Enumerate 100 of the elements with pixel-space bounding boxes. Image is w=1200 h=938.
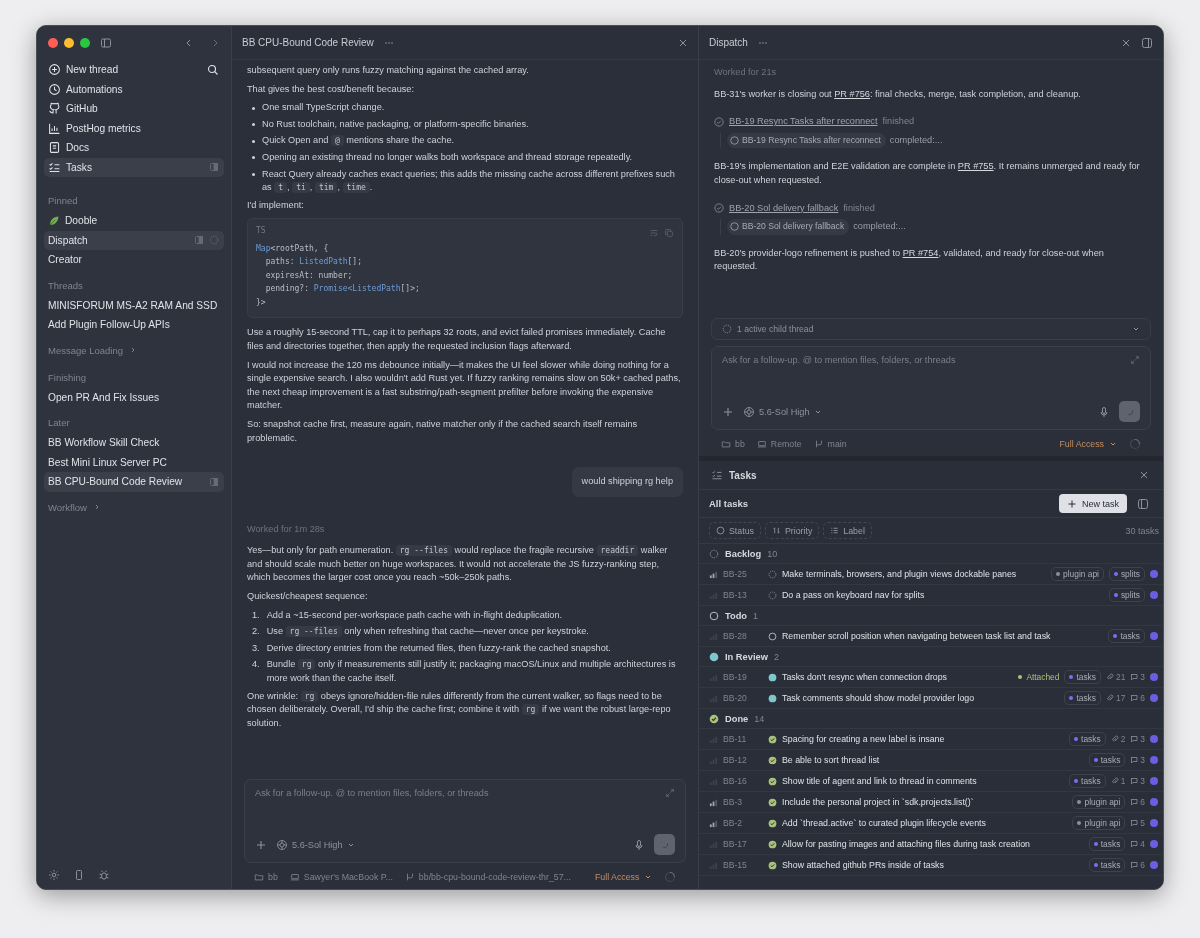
sidebar-thread-item[interactable]: Open PR And Fix Issues: [44, 387, 224, 407]
sidebar-thread-item[interactable]: Dispatch: [44, 230, 224, 250]
filter-button[interactable]: Priority: [764, 522, 820, 539]
close-icon[interactable]: [1121, 37, 1131, 48]
task-title[interactable]: Include the personal project in `sdk.projects.list()`: [782, 797, 1068, 807]
close-icon[interactable]: [678, 37, 688, 48]
git-branch[interactable]: main: [813, 439, 847, 449]
copy-icon[interactable]: [664, 228, 674, 239]
task-title[interactable]: Spacing for creating a new label is insane: [782, 734, 1065, 744]
expand-icon[interactable]: [665, 788, 675, 798]
task-title[interactable]: Show title of agent and link to thread in comments: [782, 776, 1065, 786]
sidebar-folder[interactable]: Message Loading: [44, 334, 224, 362]
search-icon[interactable]: [207, 63, 219, 76]
split-pane-icon[interactable]: [194, 235, 204, 246]
label-tag[interactable]: tasks: [1064, 670, 1101, 684]
label-tag[interactable]: plugin api: [1072, 795, 1126, 809]
sidebar-thread-item[interactable]: Dooble: [44, 211, 224, 231]
machine-name[interactable]: Remote: [756, 439, 802, 449]
sidebar-folder[interactable]: Workflow: [44, 491, 224, 519]
settings-icon[interactable]: [48, 869, 60, 881]
label-tag[interactable]: splits: [1108, 588, 1145, 602]
bug-icon[interactable]: [98, 869, 110, 881]
message-input[interactable]: Ask for a follow-up. @ to mention files, folders, or threads: [722, 355, 1130, 365]
thread-chip[interactable]: BB-20 Sol delivery fallback: [727, 219, 850, 235]
message-paragraph: BB-19's implementation and E2E validation are complete in PR #755. It remains unmerged and ready for close-out when requested.: [714, 160, 1141, 187]
wrap-lines-icon[interactable]: [649, 228, 659, 239]
event-detail: completed:...: [889, 133, 943, 147]
add-icon[interactable]: [255, 838, 267, 851]
task-title[interactable]: Add `thread.active` to curated plugin lifecycle events: [782, 818, 1068, 828]
expand-icon[interactable]: [1130, 355, 1140, 365]
side-panel-icon[interactable]: [1141, 36, 1153, 49]
label-tag[interactable]: tasks: [1088, 753, 1126, 767]
task-title[interactable]: Allow for pasting images and attaching files during task creation: [782, 839, 1084, 849]
task-link[interactable]: BB-20 Sol delivery fallback: [729, 201, 839, 216]
close-icon[interactable]: [1139, 470, 1149, 480]
split-pane-icon[interactable]: [209, 162, 219, 173]
access-mode-dropdown[interactable]: Full Access: [1059, 439, 1117, 449]
task-title[interactable]: Remember scroll position when navigating between task list and task: [782, 631, 1104, 641]
message-paragraph: BB-31's worker is closing out PR #756: final checks, merge, task completion, and cleanup.: [714, 87, 1082, 101]
task-title[interactable]: Show attached github PRs inside of tasks: [782, 860, 1084, 870]
sidebar-thread-item[interactable]: Creator: [44, 250, 224, 270]
assignee-avatar: [1150, 694, 1158, 702]
model-selector[interactable]: 5.6-Sol High: [743, 405, 822, 418]
comment-icon: [1130, 840, 1139, 848]
sidebar-nav-item[interactable]: GitHub: [44, 99, 224, 119]
label-tag[interactable]: tasks: [1069, 774, 1106, 788]
sidebar-thread-item[interactable]: BB CPU-Bound Code Review: [44, 472, 224, 492]
send-button[interactable]: [1119, 401, 1140, 422]
side-panel-icon[interactable]: [1137, 497, 1149, 510]
task-title[interactable]: Be able to sort thread list: [782, 755, 1084, 765]
microphone-icon[interactable]: [1098, 405, 1110, 418]
pr-link[interactable]: PR #756: [834, 88, 870, 99]
child-threads-bar[interactable]: 1 active child thread: [711, 318, 1151, 340]
sidebar-nav-item[interactable]: New thread: [44, 60, 224, 80]
workspace-folder[interactable]: bb: [254, 872, 278, 882]
window-close-button[interactable]: [48, 38, 58, 48]
workspace-folder[interactable]: bb: [721, 439, 745, 449]
label-tag[interactable]: tasks: [1064, 691, 1101, 705]
task-title[interactable]: Do a pass on keyboard nav for splits: [782, 590, 1104, 600]
sidebar-nav-item[interactable]: Docs: [44, 138, 224, 158]
sidebar-thread-item[interactable]: MINISFORUM MS-A2 RAM And SSD: [44, 295, 224, 315]
microphone-icon[interactable]: [633, 838, 645, 851]
label-tag[interactable]: tasks: [1088, 837, 1126, 851]
priority-bars-icon[interactable]: [709, 569, 718, 579]
label-tag[interactable]: plugin api: [1051, 567, 1104, 581]
send-button[interactable]: [654, 834, 675, 855]
model-selector[interactable]: 5.6-Sol High: [276, 838, 355, 851]
label-tag[interactable]: plugin api: [1072, 816, 1126, 830]
label-tag[interactable]: tasks: [1088, 858, 1126, 872]
split-pane-icon[interactable]: [209, 476, 219, 487]
sidebar-toggle-icon[interactable]: [100, 37, 112, 49]
task-title[interactable]: Make terminals, browsers, and plugin views dockable panes: [782, 569, 1047, 579]
priority-bars-icon[interactable]: [709, 818, 718, 828]
window-zoom-button[interactable]: [80, 38, 90, 48]
sidebar-thread-item[interactable]: Best Mini Linux Server PC: [44, 452, 224, 472]
sidebar-nav-item[interactable]: Tasks: [44, 157, 224, 177]
sidebar-thread-item[interactable]: Add Plugin Follow-Up APIs: [44, 315, 224, 335]
sidebar-nav-item[interactable]: PostHog metrics: [44, 118, 224, 138]
thread-chip[interactable]: BB-19 Resync Tasks after reconnect: [727, 132, 886, 149]
phone-icon[interactable]: [73, 869, 85, 881]
window-minimize-button[interactable]: [64, 38, 74, 48]
sidebar-thread-item[interactable]: BB Workflow Skill Check: [44, 433, 224, 453]
task-link[interactable]: BB-19 Resync Tasks after reconnect: [729, 115, 878, 129]
filter-button[interactable]: Label: [823, 522, 872, 539]
label-tag[interactable]: splits: [1108, 567, 1145, 581]
git-branch[interactable]: bb/bb-cpu-bound-code-review-thr_57...: [404, 872, 571, 882]
add-icon[interactable]: [722, 405, 734, 418]
label-tag[interactable]: tasks: [1108, 629, 1145, 643]
new-task-button[interactable]: New task: [1059, 494, 1127, 513]
filter-button[interactable]: Status: [709, 522, 761, 539]
task-title[interactable]: Tasks don't resync when connection drops: [782, 672, 1014, 682]
task-title[interactable]: Task comments should show model provider logo: [782, 693, 1060, 703]
pr-link[interactable]: PR #755: [957, 161, 994, 172]
message-paragraph: subsequent query only runs fuzzy matching against the cached array.: [247, 64, 530, 77]
message-input[interactable]: Ask for a follow-up. @ to mention files, folders, or threads: [255, 788, 665, 798]
label-tag[interactable]: tasks: [1069, 732, 1106, 746]
access-mode-dropdown[interactable]: Full Access: [594, 872, 653, 882]
priority-bars-icon[interactable]: [709, 797, 718, 807]
machine-name[interactable]: Sawyer's MacBook P...: [289, 872, 393, 882]
sidebar-nav-item[interactable]: Automations: [44, 79, 224, 99]
